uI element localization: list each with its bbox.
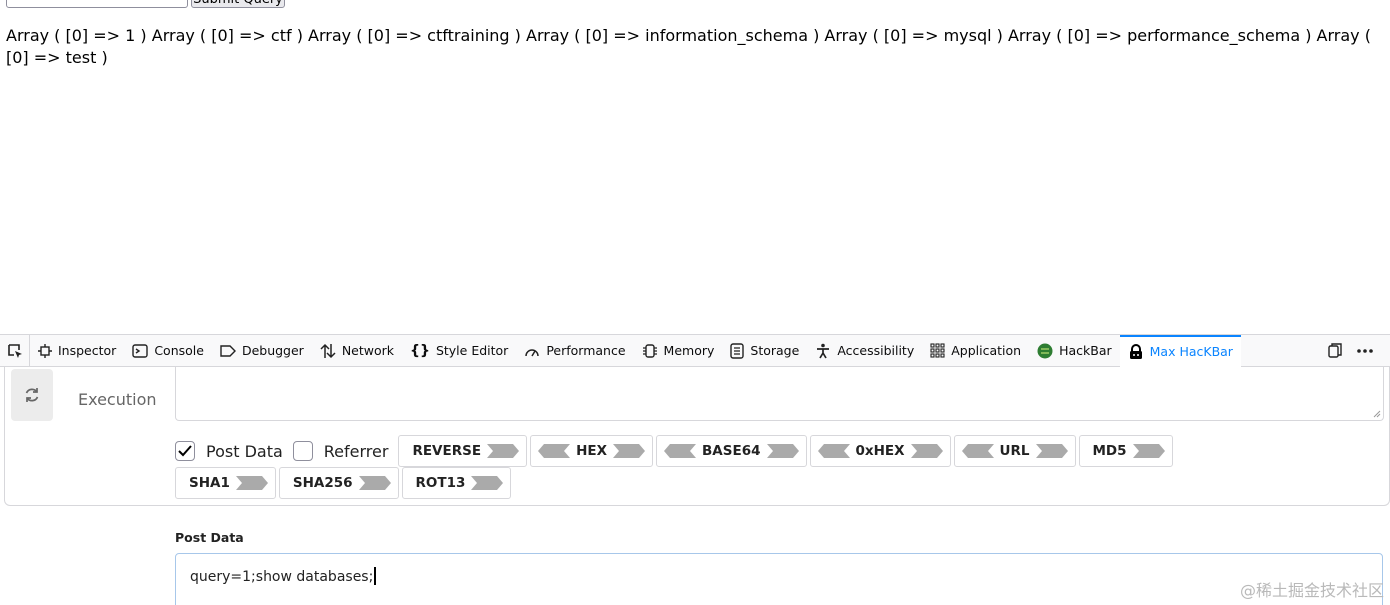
tab-debugger-label: Debugger	[241, 343, 304, 358]
reverse-button[interactable]: REVERSE	[398, 435, 528, 467]
tab-accessibility[interactable]: Accessibility	[807, 335, 922, 367]
base64-button[interactable]: BASE64	[656, 435, 807, 467]
tab-max-hackbar-label: Max HacKBar	[1149, 344, 1233, 359]
tab-debugger[interactable]: Debugger	[212, 335, 312, 367]
url-textarea[interactable]	[175, 367, 1384, 421]
tab-style-editor[interactable]: {} Style Editor	[402, 335, 516, 367]
web-page: Submit Query Array ( [0] => 1 ) Array ( …	[0, 0, 1390, 334]
more-options-button[interactable]	[1350, 348, 1380, 354]
arrow-right-icon	[910, 444, 943, 458]
post-data-value: query=1;show databases;	[190, 569, 374, 585]
url-label: URL	[999, 443, 1030, 459]
hackbar-icon	[1037, 343, 1053, 359]
md5-label: MD5	[1092, 443, 1127, 459]
arrow-right-icon	[358, 476, 391, 490]
tab-inspector[interactable]: Inspector	[30, 335, 124, 367]
arrow-right-icon	[1132, 444, 1165, 458]
tab-console-label: Console	[154, 343, 204, 358]
tab-application-label: Application	[951, 343, 1022, 358]
encoder-row-1: Post Data Referrer REVERSE HEX BASE64 0x…	[175, 435, 1176, 467]
hex-label: HEX	[576, 443, 608, 459]
application-icon	[930, 343, 945, 358]
sha256-label: SHA256	[292, 475, 353, 491]
arrow-left-icon	[664, 444, 697, 458]
tab-max-hackbar[interactable]: Max HacKBar	[1119, 334, 1241, 367]
hex-button[interactable]: HEX	[530, 435, 654, 467]
inspector-icon	[38, 343, 52, 358]
tab-memory[interactable]: Memory	[634, 335, 723, 367]
md5-button[interactable]: MD5	[1078, 435, 1173, 467]
checkbox-checked-icon	[175, 441, 195, 461]
rot13-label: ROT13	[415, 475, 466, 491]
encoder-row-2: SHA1 SHA256 ROT13	[175, 467, 514, 499]
watermark: @稀土掘金技术社区	[1239, 581, 1384, 600]
storage-icon	[730, 342, 745, 359]
arrow-right-icon	[471, 476, 504, 490]
tab-storage-label: Storage	[750, 343, 800, 358]
tab-accessibility-label: Accessibility	[837, 343, 915, 358]
tab-style-editor-label: Style Editor	[435, 343, 509, 358]
element-picker-button[interactable]	[0, 334, 30, 367]
arrow-right-icon	[613, 444, 646, 458]
query-input[interactable]	[6, 0, 188, 8]
arrow-left-icon	[817, 444, 850, 458]
post-data-checkbox-label: Post Data	[206, 441, 283, 461]
devtools-toolbar: Inspector Console Debugger Network {} St…	[0, 334, 1390, 367]
tab-storage[interactable]: Storage	[722, 335, 807, 367]
reverse-label: REVERSE	[412, 443, 482, 459]
dock-options-button[interactable]	[1320, 342, 1350, 359]
tab-performance-label: Performance	[546, 343, 626, 358]
tab-inspector-label: Inspector	[58, 343, 117, 358]
refresh-icon	[25, 388, 39, 402]
tab-network[interactable]: Network	[312, 335, 402, 367]
arrow-right-icon	[235, 476, 268, 490]
post-data-textarea[interactable]: query=1;show databases;	[175, 553, 1383, 605]
tab-hackbar[interactable]: HackBar	[1029, 335, 1120, 367]
dock-icon	[1328, 342, 1342, 358]
network-icon	[320, 343, 336, 359]
tab-hackbar-label: HackBar	[1059, 343, 1112, 358]
memory-icon	[642, 343, 658, 359]
resize-handle-icon[interactable]	[1373, 410, 1381, 418]
max-hackbar-icon	[1128, 343, 1144, 360]
performance-icon	[524, 344, 540, 358]
post-data-checkbox[interactable]: Post Data	[175, 441, 283, 461]
console-icon	[132, 343, 149, 358]
sha1-label: SHA1	[189, 475, 230, 491]
sha1-button[interactable]: SHA1	[175, 467, 276, 499]
url-button[interactable]: URL	[953, 435, 1076, 467]
sha256-button[interactable]: SHA256	[278, 467, 399, 499]
arrow-left-icon	[538, 444, 571, 458]
execute-button[interactable]	[11, 369, 53, 421]
tab-performance[interactable]: Performance	[516, 335, 633, 367]
base64-label: BASE64	[702, 443, 761, 459]
element-picker-icon	[7, 343, 22, 358]
0xhex-label: 0xHEX	[855, 443, 905, 459]
arrow-left-icon	[961, 444, 994, 458]
0xhex-button[interactable]: 0xHEX	[809, 435, 951, 467]
tab-application[interactable]: Application	[922, 335, 1029, 367]
accessibility-icon	[815, 343, 831, 359]
devtools-panel: Inspector Console Debugger Network {} St…	[0, 334, 1390, 605]
debugger-icon	[220, 344, 236, 358]
referrer-checkbox[interactable]: Referrer	[292, 441, 389, 461]
rot13-button[interactable]: ROT13	[401, 467, 512, 499]
query-result-text: Array ( [0] => 1 ) Array ( [0] => ctf ) …	[6, 26, 1371, 67]
referrer-checkbox-label: Referrer	[323, 441, 389, 461]
checkbox-unchecked-icon	[292, 441, 313, 461]
tab-memory-label: Memory	[663, 343, 715, 358]
ellipsis-icon	[1357, 348, 1373, 353]
submit-query-button[interactable]: Submit Query	[191, 0, 285, 8]
post-data-title: Post Data	[175, 530, 244, 545]
text-caret	[374, 567, 377, 585]
tab-console[interactable]: Console	[124, 335, 212, 367]
execution-label: Execution	[78, 390, 157, 409]
arrow-right-icon	[766, 444, 799, 458]
hackbar-panel: Execution Post Data Referrer REVERSE HEX	[4, 367, 1390, 506]
style-editor-icon: {}	[410, 342, 430, 359]
arrow-right-icon	[1035, 444, 1068, 458]
tab-network-label: Network	[341, 343, 395, 358]
arrow-right-icon	[487, 444, 520, 458]
